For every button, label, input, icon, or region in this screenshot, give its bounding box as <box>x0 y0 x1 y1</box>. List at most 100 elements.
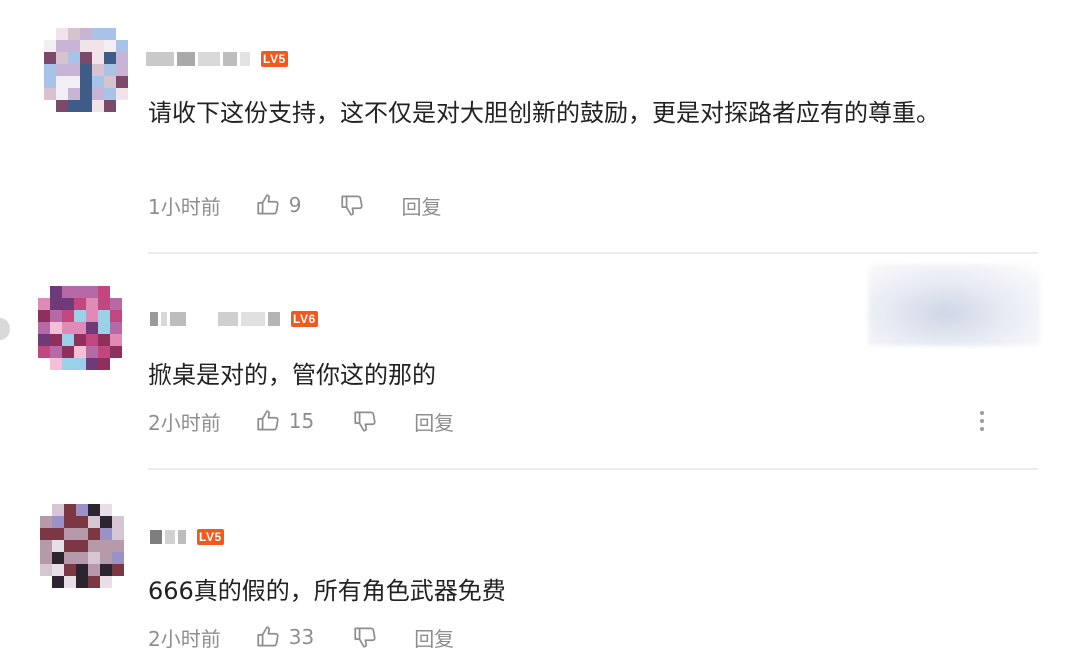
thumb-down-icon <box>354 411 376 432</box>
avatar-pixel <box>76 576 88 588</box>
avatar-pixel <box>98 310 110 322</box>
avatar-pixel <box>68 28 80 40</box>
thumb-up-icon <box>257 410 279 431</box>
avatar-pixel <box>50 286 62 298</box>
reply-button[interactable]: 回复 <box>414 407 454 436</box>
avatar-pixel <box>98 334 110 346</box>
avatar-pixel <box>62 310 74 322</box>
avatar-pixel <box>68 100 80 112</box>
dislike-button[interactable] <box>352 408 378 434</box>
avatar-pixel <box>68 64 80 76</box>
avatar-pixel <box>112 552 124 564</box>
avatar-pixel <box>52 504 64 516</box>
avatar-pixel <box>38 358 50 370</box>
more-vertical-icon <box>980 411 984 415</box>
avatar-pixel <box>62 334 74 346</box>
username-blurred[interactable] <box>150 526 189 548</box>
user-info-row: LV5 <box>150 526 224 548</box>
avatar-pixel <box>64 564 76 576</box>
avatar-pixel <box>86 298 98 310</box>
avatar-pixel <box>110 358 122 370</box>
avatar-pixel <box>104 52 116 64</box>
thumb-down-icon <box>354 627 376 648</box>
avatar-pixel <box>68 76 80 88</box>
avatar-pixel <box>100 540 112 552</box>
avatar-pixel <box>88 552 100 564</box>
avatar-pixel <box>38 346 50 358</box>
avatar-pixel <box>40 504 52 516</box>
username-blurred[interactable] <box>146 48 253 70</box>
like-count: 9 <box>288 193 302 217</box>
avatar-pixel <box>100 576 112 588</box>
avatar-pixel <box>100 516 112 528</box>
comment-actions: 2小时前 15 回复 <box>148 406 454 436</box>
avatar-pixel <box>56 76 68 88</box>
comment-text: 掀桌是对的，管你这的那的 <box>148 361 436 389</box>
avatar-pixel <box>92 52 104 64</box>
avatar-pixel <box>88 516 100 528</box>
like-count: 15 <box>288 409 315 433</box>
avatar-pixel <box>68 40 80 52</box>
avatar-pixel <box>116 88 128 100</box>
thumb-up-icon <box>257 194 279 215</box>
avatar-pixel <box>104 28 116 40</box>
avatar-pixel <box>88 504 100 516</box>
avatar-pixel <box>110 298 122 310</box>
avatar-pixel <box>76 528 88 540</box>
avatar-pixel <box>98 298 110 310</box>
avatar-pixel <box>98 322 110 334</box>
avatar-pixel <box>92 28 104 40</box>
level-badge: LV6 <box>291 311 318 327</box>
like-button[interactable]: 33 <box>255 624 314 650</box>
like-button[interactable]: 9 <box>255 192 302 218</box>
avatar-pixel <box>68 88 80 100</box>
avatar-pixel <box>74 322 86 334</box>
avatar-pixel <box>104 76 116 88</box>
avatar-pixel <box>100 564 112 576</box>
avatar[interactable] <box>38 286 122 370</box>
comment-actions: 1小时前 9 回复 <box>148 190 441 220</box>
reply-button[interactable]: 回复 <box>414 623 454 652</box>
avatar[interactable] <box>44 28 128 112</box>
avatar-pixel <box>50 334 62 346</box>
avatar-pixel <box>116 28 128 40</box>
user-info-row: LV6 <box>150 308 318 330</box>
avatar-pixel <box>50 298 62 310</box>
avatar-pixel <box>56 52 68 64</box>
avatar-pixel <box>92 88 104 100</box>
avatar[interactable] <box>40 504 124 588</box>
avatar-pixel <box>64 552 76 564</box>
avatar-pixel <box>56 28 68 40</box>
avatar-pixel <box>64 576 76 588</box>
avatar-pixel <box>56 64 68 76</box>
username-blurred[interactable] <box>150 308 283 330</box>
avatar-pixel <box>116 52 128 64</box>
avatar-pixel <box>74 310 86 322</box>
reply-button[interactable]: 回复 <box>401 191 441 220</box>
avatar-pixel <box>86 322 98 334</box>
avatar-pixel <box>86 358 98 370</box>
avatar-pixel <box>74 346 86 358</box>
thumb-up-icon <box>257 626 279 647</box>
avatar-pixel <box>40 528 52 540</box>
avatar-pixel <box>110 310 122 322</box>
avatar-pixel <box>98 346 110 358</box>
avatar-pixel <box>112 564 124 576</box>
avatar-pixel <box>44 52 56 64</box>
comment-time: 1小时前 <box>148 194 221 219</box>
avatar-pixel <box>76 564 88 576</box>
avatar-pixel <box>116 100 128 112</box>
avatar-pixel <box>104 100 116 112</box>
avatar-pixel <box>92 100 104 112</box>
avatar-pixel <box>74 358 86 370</box>
avatar-pixel <box>40 564 52 576</box>
more-options-button[interactable] <box>970 408 994 434</box>
dislike-button[interactable] <box>352 624 378 650</box>
level-badge: LV5 <box>261 51 288 67</box>
dislike-button[interactable] <box>339 192 365 218</box>
like-button[interactable]: 15 <box>255 408 314 434</box>
avatar-pixel <box>64 504 76 516</box>
blurred-image <box>868 264 1040 346</box>
comment-actions: 2小时前 33 回复 <box>148 622 454 652</box>
avatar-pixel <box>112 504 124 516</box>
